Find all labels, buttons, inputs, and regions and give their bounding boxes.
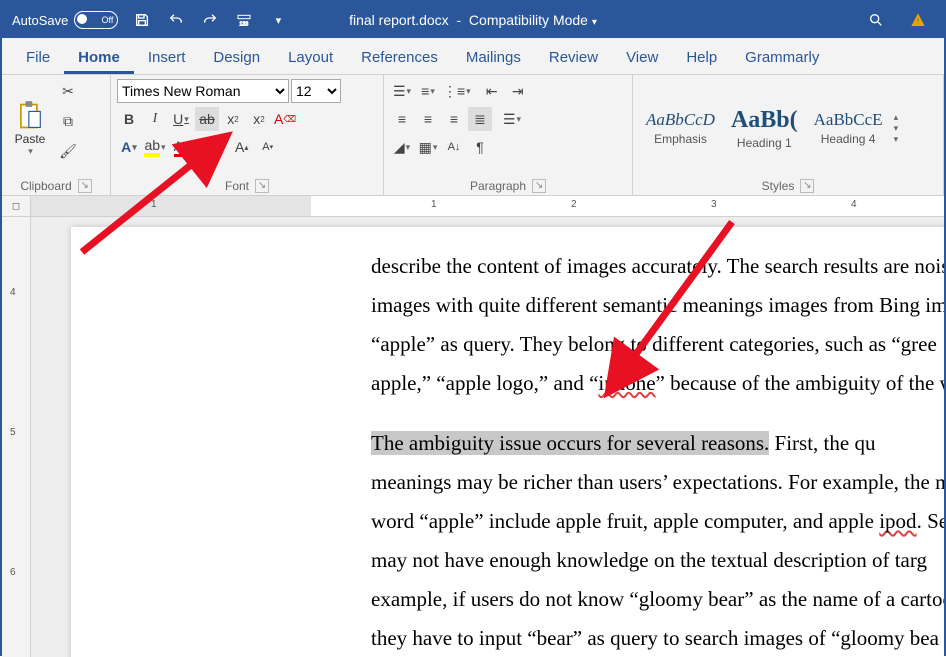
font-size-combo[interactable]: 12 [291,79,341,103]
sort-button[interactable]: A↓ [442,135,466,159]
style-emphasis[interactable]: AaBbCcDEmphasis [639,107,722,149]
tab-insert[interactable]: Insert [134,41,200,74]
paragraph-dialog-icon[interactable]: ↘ [532,179,546,193]
increase-indent-button[interactable]: ⇥ [506,79,530,103]
document-body[interactable]: describe the content of images accuratel… [371,247,944,657]
clipboard-dialog-icon[interactable]: ↘ [78,179,92,193]
style-heading-1[interactable]: AaBb(Heading 1 [724,104,805,153]
group-label-clipboard: Clipboard [20,179,71,193]
align-left-button[interactable]: ≡ [390,107,414,131]
underline-button[interactable]: U▾ [169,107,193,131]
group-paragraph: ☰▾ ≡▾ ⋮≡▾ ⇤ ⇥ ≡ ≡ ≡ ≣ ☰▾ ◢▾ ▦▾ A↓ ¶ [384,75,633,195]
tab-help[interactable]: Help [672,41,731,74]
ribbon: Paste ▾ ✂ ⧉ 🖌 Clipboard ↘ Times New Roman… [2,75,944,196]
tab-references[interactable]: References [347,41,452,74]
bold-button[interactable]: B [117,107,141,131]
align-right-button[interactable]: ≡ [442,107,466,131]
ruler-horizontal[interactable]: ◻ 1 1 2 3 4 [2,196,944,217]
tab-grammarly[interactable]: Grammarly [731,41,833,74]
cut-icon[interactable]: ✂ [56,79,80,103]
multilevel-button[interactable]: ⋮≡▾ [442,79,472,103]
format-123-icon[interactable]: 123 [230,6,258,34]
group-label-font: Font [225,179,249,193]
font-family-combo[interactable]: Times New Roman [117,79,289,103]
show-marks-button[interactable]: ¶ [468,135,492,159]
copy-icon[interactable]: ⧉ [56,109,80,133]
redo-icon[interactable] [196,6,224,34]
autosave-switch[interactable]: Off [74,11,118,29]
tab-review[interactable]: Review [535,41,612,74]
justify-button[interactable]: ≣ [468,107,492,131]
strikethrough-button[interactable]: ab [195,107,219,131]
ruler-corner: ◻ [2,196,31,216]
borders-button[interactable]: ▦▾ [416,135,440,159]
highlight-button[interactable]: ab▾ [143,135,167,159]
style-heading-4[interactable]: AaBbCcEHeading 4 [807,107,890,149]
group-styles: AaBbCcDEmphasisAaBb(Heading 1AaBbCcEHead… [633,75,944,195]
styles-gallery[interactable]: AaBbCcDEmphasisAaBb(Heading 1AaBbCcEHead… [639,104,890,153]
tab-design[interactable]: Design [199,41,274,74]
line-spacing-button[interactable]: ☰▾ [500,107,524,131]
document-area[interactable]: describe the content of images accuratel… [31,217,944,657]
group-font: Times New Roman 12 B I U▾ ab x2 x2 A⌫ A▾… [111,75,384,195]
tab-file[interactable]: File [12,41,64,74]
group-label-styles: Styles [762,179,795,193]
italic-button[interactable]: I [143,107,167,131]
tab-layout[interactable]: Layout [274,41,347,74]
qat-customize-icon[interactable]: ▾ [264,6,292,34]
doc-filename: final report.docx [349,12,449,28]
clear-format-button[interactable]: A⌫ [273,107,297,131]
ribbon-tabs: File Home Insert Design Layout Reference… [2,38,944,75]
paste-button[interactable]: Paste ▾ [8,79,52,177]
title-bar: AutoSave Off 123 ▾ final report.docx - C… [2,2,944,38]
ruler-vertical[interactable]: 4 5 6 [2,217,31,657]
bullets-button[interactable]: ☰▾ [390,79,414,103]
shading-button[interactable]: ◢▾ [390,135,414,159]
format-painter-icon[interactable]: 🖌 [56,139,80,163]
subscript-button[interactable]: x2 [221,107,245,131]
change-case-button[interactable]: Aa▾ [195,135,220,159]
autosave-label: AutoSave [12,13,68,28]
grow-font-button[interactable]: A▴ [230,135,254,159]
selected-text[interactable]: The ambiguity issue occurs for several r… [371,431,769,455]
doc-mode[interactable]: Compatibility Mode [469,12,588,28]
group-clipboard: Paste ▾ ✂ ⧉ 🖌 Clipboard ↘ [2,75,111,195]
styles-more-button[interactable]: ▴▾▾ [894,112,899,145]
svg-text:123: 123 [240,21,249,27]
align-center-button[interactable]: ≡ [416,107,440,131]
search-icon[interactable] [862,6,890,34]
font-color-button[interactable]: A▾ [169,135,193,159]
save-icon[interactable] [128,6,156,34]
autosave-toggle[interactable]: AutoSave Off [8,11,122,29]
tab-mailings[interactable]: Mailings [452,41,535,74]
undo-icon[interactable] [162,6,190,34]
tab-view[interactable]: View [612,41,672,74]
font-dialog-icon[interactable]: ↘ [255,179,269,193]
decrease-indent-button[interactable]: ⇤ [480,79,504,103]
text-effects-button[interactable]: A▾ [117,135,141,159]
tab-home[interactable]: Home [64,41,134,74]
warning-icon[interactable] [904,6,932,34]
styles-dialog-icon[interactable]: ↘ [800,179,814,193]
superscript-button[interactable]: x2 [247,107,271,131]
numbering-button[interactable]: ≡▾ [416,79,440,103]
group-label-paragraph: Paragraph [470,179,526,193]
shrink-font-button[interactable]: A▾ [256,135,280,159]
